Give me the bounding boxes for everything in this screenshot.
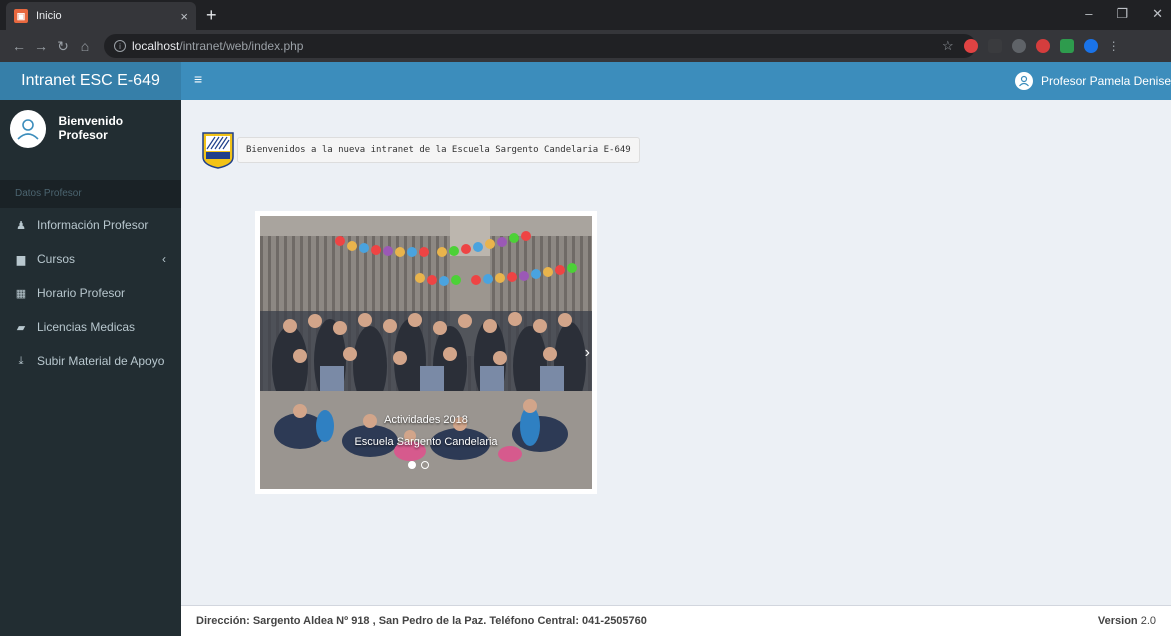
extension-shield-icon[interactable]: [963, 39, 978, 53]
main-content: Bienvenidos a la nueva intranet de la Es…: [181, 100, 1171, 600]
tab-strip: ▣ Inicio × +: [0, 0, 1171, 30]
chevron-right-icon[interactable]: ›: [585, 344, 590, 362]
extensions-area: ⋮: [963, 39, 1120, 53]
school-logo: [202, 132, 234, 169]
sidebar-item-label: Información Profesor: [37, 218, 149, 232]
chevron-left-icon: ‹: [162, 252, 166, 266]
version-label: Version: [1097, 615, 1138, 627]
info-icon[interactable]: i: [114, 40, 126, 52]
extension-gray-icon[interactable]: [987, 39, 1002, 53]
chrome-menu-icon[interactable]: ⋮: [1108, 39, 1120, 53]
sidebar-item-informacion[interactable]: ♟ Información Profesor: [0, 208, 181, 242]
tab-close-icon[interactable]: ×: [180, 9, 188, 24]
new-tab-button[interactable]: +: [206, 5, 217, 26]
site-favicon-icon: ▣: [14, 9, 28, 23]
group-photo-image: [260, 216, 592, 489]
back-icon[interactable]: ←: [8, 38, 30, 54]
bookmark-star-icon[interactable]: ☆: [942, 38, 954, 54]
carousel-caption-title: Actividades 2018: [384, 414, 468, 426]
sidebar-section-header: Datos Profesor: [0, 180, 181, 208]
tab-title: Inicio: [36, 10, 62, 22]
sidebar-item-subir-material[interactable]: ⤓ Subir Material de Apoyo: [0, 344, 181, 378]
carousel-indicators: [408, 461, 429, 469]
sidebar-item-label: Subir Material de Apoyo: [37, 354, 165, 368]
minimize-icon[interactable]: –: [1085, 6, 1092, 22]
profile-avatar-icon[interactable]: [1083, 39, 1098, 53]
ambulance-icon: ▰: [16, 321, 26, 334]
home-icon[interactable]: ⌂: [74, 38, 96, 54]
user-icon: ♟: [16, 219, 26, 232]
app-logo[interactable]: Intranet ESC E-649: [0, 62, 181, 100]
carousel-caption-subtitle: Escuela Sargento Candelaria: [354, 436, 498, 448]
browser-tab[interactable]: ▣ Inicio ×: [6, 2, 196, 30]
extension-ublock-icon[interactable]: [1035, 39, 1050, 53]
app-header: Intranet ESC E-649 ≡ Profesor Pamela Den…: [0, 62, 1171, 100]
carousel-dot[interactable]: [421, 461, 429, 469]
window-controls: – ❐ ✕: [1085, 6, 1163, 22]
user-panel: Bienvenido Profesor: [0, 100, 181, 180]
sidebar-item-label: Cursos: [37, 252, 76, 266]
carousel-photo: Actividades 2018 Escuela Sargento Candel…: [260, 216, 592, 489]
user-name: Profesor Pamela Denise: [1040, 74, 1171, 88]
book-icon: ▆: [16, 253, 26, 266]
extension-excel-icon[interactable]: [1059, 39, 1074, 53]
sidebar-item-cursos[interactable]: ▆ Cursos ‹: [0, 242, 181, 276]
image-carousel[interactable]: Actividades 2018 Escuela Sargento Candel…: [255, 211, 597, 494]
page-footer: Dirección: Sargento Aldea Nº 918 , San P…: [181, 605, 1171, 636]
forward-icon[interactable]: →: [30, 38, 52, 54]
calendar-icon: ▦: [15, 287, 27, 300]
version-number: 2.0: [1140, 615, 1156, 627]
url-path: /intranet/web/index.php: [179, 39, 304, 53]
menu-toggle-icon[interactable]: ≡: [194, 71, 202, 87]
download-icon: ⤓: [18, 354, 24, 367]
browser-toolbar: ← → ↻ ⌂ i localhost/intranet/web/index.p…: [0, 30, 1171, 62]
sidebar-item-horario[interactable]: ▦ Horario Profesor: [0, 276, 181, 310]
welcome-message: Bienvenidos a la nueva intranet de la Es…: [237, 137, 640, 163]
footer-address: Dirección: Sargento Aldea Nº 918 , San P…: [196, 615, 647, 627]
sidebar: Bienvenido Profesor Datos Profesor ♟ Inf…: [0, 100, 181, 636]
address-bar[interactable]: i localhost/intranet/web/index.php: [104, 34, 976, 58]
welcome-banner: Bienvenidos a la nueva intranet de la Es…: [201, 131, 640, 169]
sidebar-item-label: Licencias Medicas: [37, 320, 136, 334]
user-menu[interactable]: Profesor Pamela Denise: [1014, 62, 1171, 100]
user-avatar-icon: [1014, 72, 1033, 90]
sidebar-item-label: Horario Profesor: [37, 286, 126, 300]
welcome-label: Bienvenido Profesor: [58, 114, 124, 142]
avatar: [10, 110, 47, 148]
carousel-dot[interactable]: [408, 461, 416, 469]
maximize-icon[interactable]: ❐: [1116, 6, 1128, 22]
extension-puzzle-icon[interactable]: [1011, 39, 1026, 53]
sidebar-item-licencias[interactable]: ▰ Licencias Medicas: [0, 310, 181, 344]
footer-version: Version 2.0: [1098, 615, 1156, 627]
url-host: localhost: [132, 39, 180, 53]
close-window-icon[interactable]: ✕: [1152, 6, 1163, 22]
reload-icon[interactable]: ↻: [52, 38, 74, 55]
